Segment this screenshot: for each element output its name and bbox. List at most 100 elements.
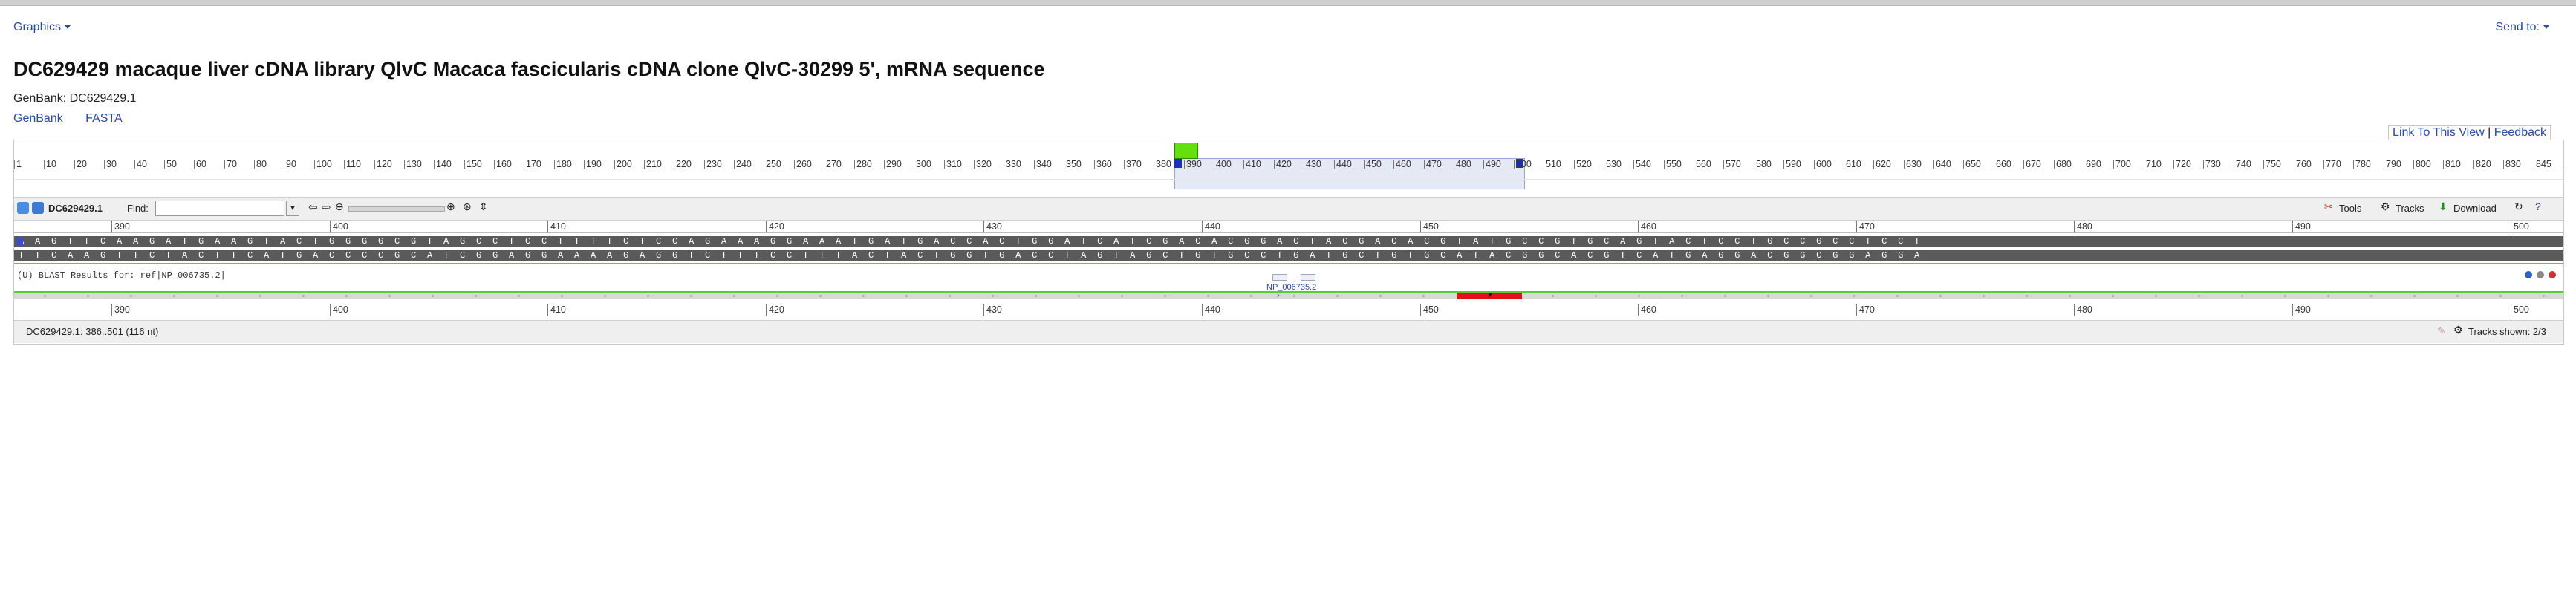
alignment-dot (2198, 295, 2200, 297)
settings-icon[interactable] (2537, 271, 2544, 278)
alignment-dot (862, 295, 865, 297)
zoom-in-icon[interactable]: ⊕ (446, 201, 455, 213)
ruler-top-label: 430 (986, 221, 1002, 232)
send-to-label[interactable]: Send to: (2495, 21, 2540, 33)
zoom-out-icon[interactable]: ⊖ (335, 201, 344, 213)
back-icon[interactable] (17, 202, 29, 214)
overview-tick-label: 200 (617, 159, 632, 169)
overview-tick-label: 180 (556, 159, 572, 169)
overview-tick-label: 370 (1126, 159, 1142, 169)
range-marker[interactable] (1174, 143, 1198, 159)
tracks-menu[interactable]: Tracks (2396, 203, 2424, 214)
overview-tick-label: 830 (2505, 159, 2521, 169)
fasta-link[interactable]: FASTA (85, 112, 123, 125)
ruler-bottom-label: 430 (986, 304, 1002, 315)
ruler-bottom-label: 480 (2077, 304, 2092, 315)
refresh-icon[interactable]: ↻ (2514, 201, 2523, 213)
page-title: DC629429 macaque liver cDNA library QlvC… (13, 58, 1045, 80)
track-separator (14, 263, 2563, 264)
tools-menu[interactable]: Tools (2339, 203, 2361, 214)
overview-tick-label: 700 (2115, 159, 2131, 169)
overview-tick-label: 10 (46, 159, 56, 169)
overview-tick-label: 430 (1306, 159, 1321, 169)
ruler-bottom-label: 500 (2514, 304, 2529, 315)
info-icon[interactable] (2525, 271, 2532, 278)
overview-tick-label: 140 (436, 159, 452, 169)
overview-tick-label: 320 (976, 159, 992, 169)
download-icon[interactable]: ⬇ (2439, 201, 2447, 213)
seq-id-menu[interactable]: DC629429.1 (48, 203, 103, 214)
overview-tick-label: 240 (736, 159, 752, 169)
overview-tick-label: 40 (137, 159, 147, 169)
zoom-slider[interactable] (348, 206, 445, 212)
graphics-menu[interactable]: Graphics (13, 21, 71, 34)
overview-tick-label: 110 (346, 159, 361, 169)
overview-tick-label: 1 (16, 159, 22, 169)
overview-tick-label: 580 (1756, 159, 1772, 169)
ruler-top-label: 500 (2514, 221, 2529, 232)
alignment-dot (690, 295, 692, 297)
overview-tick-label: 440 (1336, 159, 1352, 169)
pan-left-icon[interactable]: ⇦ (308, 201, 318, 214)
alignment-dot (259, 295, 261, 297)
range-text: DC629429.1: 386..501 (116 nt) (26, 326, 159, 337)
overview-tick-label: 100 (316, 159, 332, 169)
zoom-fit-icon[interactable]: ⇕ (479, 201, 488, 213)
overview-tick-label: 160 (496, 159, 512, 169)
find-input[interactable] (155, 201, 284, 216)
graphics-menu-label[interactable]: Graphics (13, 21, 61, 33)
overview-tick-label: 490 (1486, 159, 1501, 169)
feedback-link[interactable]: Feedback (2494, 126, 2546, 139)
gear-icon[interactable]: ⚙ (2453, 324, 2463, 336)
alignment-dot (2155, 295, 2157, 297)
overview-tick-label: 290 (886, 159, 902, 169)
alignment-dot (345, 295, 348, 297)
sequence-cursor[interactable] (17, 238, 23, 246)
alignment-dot (1250, 295, 1252, 297)
gear-icon[interactable]: ⚙ (2381, 201, 2390, 213)
zoom-to-sequence-icon[interactable]: ⊛ (463, 201, 472, 213)
alignment-dot (2327, 295, 2329, 297)
pan-right-icon[interactable]: ⇨ (322, 201, 331, 214)
alignment-dot (44, 295, 46, 297)
viewer-toolbar: DC629429.1 Find: ▼ ⇦ ⇨ ⊖ ⊕ ⊛ ⇕ ✂ Tools ⚙… (14, 197, 2563, 221)
overview-tick-label: 270 (826, 159, 842, 169)
position-ruler-bottom: 390 400 410 420 430 440 450 460 470 480 490 500 (14, 304, 2563, 317)
range-left-handle[interactable] (1174, 159, 1182, 168)
overview-tick-label: 500 (1516, 159, 1532, 169)
chevron-down-icon (65, 25, 71, 30)
overview-tick-label: 410 (1246, 159, 1261, 169)
tools-icon[interactable]: ✂ (2324, 201, 2333, 213)
alignment-dot (647, 295, 649, 297)
overview-tick-label: 400 (1216, 159, 1232, 169)
overview-tick-label: 250 (766, 159, 781, 169)
ruler-top-label: 390 (114, 221, 130, 232)
genbank-link[interactable]: GenBank (13, 112, 63, 125)
alignment-dot (1681, 295, 1683, 297)
blast-alignment-bar[interactable] (14, 293, 2563, 299)
close-track-icon[interactable] (2549, 271, 2556, 278)
overview-tick-label: 630 (1906, 159, 1922, 169)
download-menu[interactable]: Download (2453, 203, 2497, 214)
alignment-dot (130, 295, 132, 297)
sequence-icon[interactable] (32, 202, 44, 214)
chevron-down-icon[interactable]: ▼ (286, 201, 299, 216)
overview-tick-label: 70 (227, 159, 237, 169)
alignment-dot (432, 295, 434, 297)
ruler-bottom-label: 490 (2295, 304, 2311, 315)
overview-tick-label: 330 (1006, 159, 1021, 169)
edit-icon[interactable]: ✎ (2437, 325, 2446, 337)
overview-ruler[interactable]: 1 10 20 30 40 50 60 70 80 90 100 110 120 130 140 150 160… (14, 140, 2563, 192)
alignment-dot (819, 295, 822, 297)
alignment-dot (2069, 295, 2071, 297)
overview-tick-label: 560 (1696, 159, 1711, 169)
link-to-this-view[interactable]: Link To This View (2393, 126, 2485, 139)
tracks-shown[interactable]: Tracks shown: 2/3 (2468, 326, 2546, 337)
ruler-top-label: 450 (1423, 221, 1439, 232)
help-icon[interactable]: ? (2535, 201, 2541, 212)
send-to-menu[interactable]: Send to: (2495, 21, 2549, 34)
overview-tick-label: 660 (1996, 159, 2011, 169)
overview-tick-label: 760 (2296, 159, 2312, 169)
overview-tick-label: 390 (1186, 159, 1202, 169)
overview-tick-label: 210 (646, 159, 662, 169)
